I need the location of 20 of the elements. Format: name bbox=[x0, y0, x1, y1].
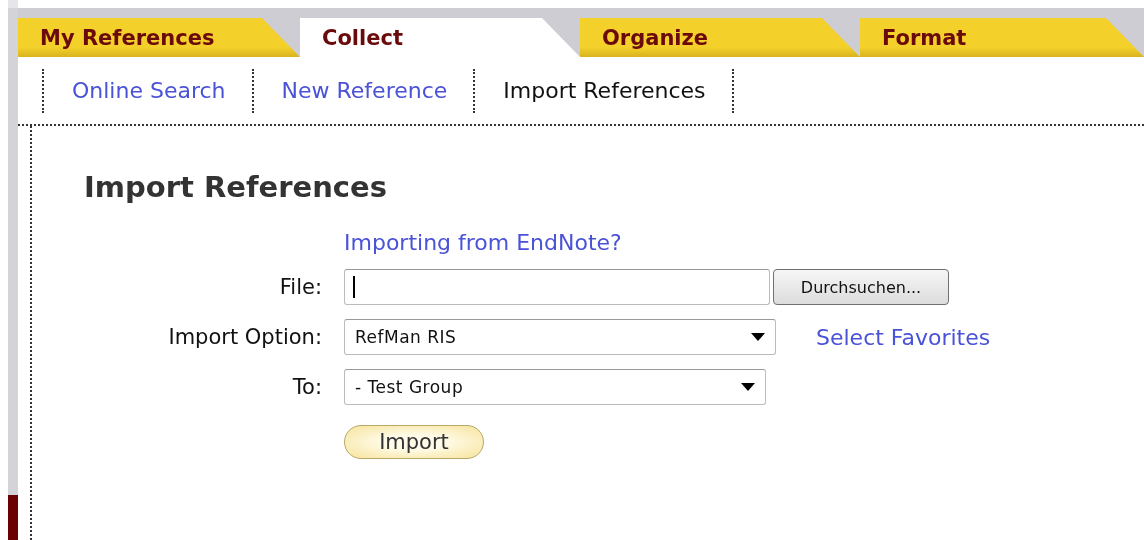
import-button[interactable]: Import bbox=[344, 425, 484, 459]
select-favorites-link[interactable]: Select Favorites bbox=[816, 324, 991, 350]
endnote-link[interactable]: Importing from EndNote? bbox=[344, 230, 622, 255]
tab[interactable]: Organize bbox=[580, 18, 860, 57]
tab[interactable]: Collect bbox=[300, 18, 580, 57]
field-label: File: bbox=[279, 275, 322, 299]
tab[interactable]: My References bbox=[18, 18, 300, 57]
tab[interactable]: Format bbox=[860, 18, 1144, 57]
subnav-link[interactable]: New Reference bbox=[251, 68, 474, 113]
browse-button[interactable]: Durchsuchen... bbox=[773, 269, 949, 305]
file-input[interactable] bbox=[344, 269, 770, 305]
import-option-dropdown[interactable]: RefMan RIS bbox=[344, 319, 776, 355]
subnav-link[interactable]: Online Search bbox=[42, 68, 252, 113]
group-dropdown[interactable]: - Test Group bbox=[344, 369, 766, 405]
field-label: Import Option: bbox=[168, 325, 322, 349]
caret-icon bbox=[741, 383, 755, 391]
subnav-link[interactable]: Import References bbox=[473, 68, 732, 113]
caret-icon bbox=[751, 333, 765, 341]
page-heading: Import References bbox=[84, 170, 388, 204]
field-label: To: bbox=[292, 375, 322, 399]
